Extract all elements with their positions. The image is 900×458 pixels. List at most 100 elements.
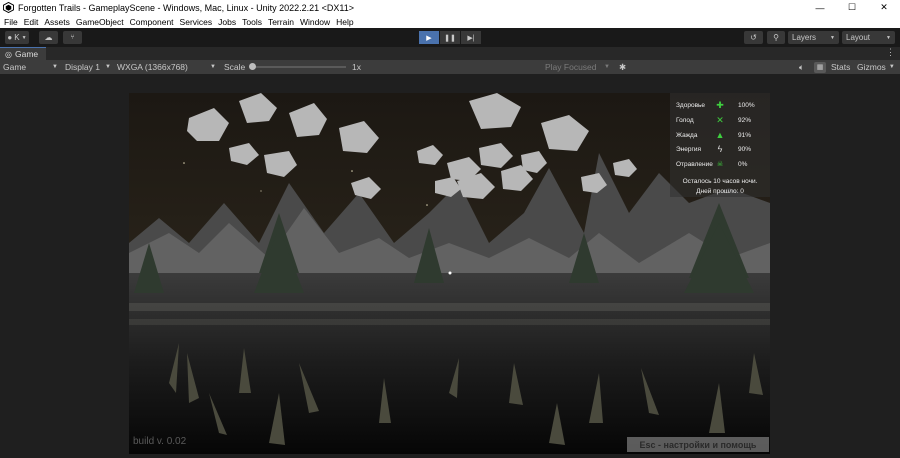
pause-button[interactable]: ❚❚	[440, 31, 460, 44]
hud-stat-label: Отравление	[676, 160, 713, 168]
tab-bar: ◎ Game ⋮	[0, 47, 900, 60]
menu-component[interactable]: Component	[127, 17, 177, 27]
undo-history-button[interactable]: ↺	[744, 31, 763, 44]
window-title: Forgotten Trails - GameplayScene - Windo…	[18, 2, 354, 13]
layers-dropdown[interactable]: Layers ▼	[788, 31, 839, 44]
hud-stat-label: Здоровье	[676, 101, 706, 109]
tab-options-icon[interactable]: ⋮	[886, 47, 895, 58]
menu-assets[interactable]: Assets	[41, 17, 73, 27]
hud-stat-health: Здоровье ✚ 100%	[670, 99, 770, 111]
play-focused-dropdown[interactable]: Play Focused ▼	[545, 60, 610, 74]
gizmos-label: Gizmos	[857, 62, 886, 72]
chevron-down-icon: ▼	[888, 64, 895, 70]
account-icon: ●	[7, 33, 13, 42]
main-toolbar: ● K ▼ ☁ ⑂ ▶ ❚❚ ▶| ↺ ⚲ Layers ▼ Layout ▼	[0, 28, 900, 47]
maximize-button[interactable]: ☐	[836, 0, 868, 15]
chevron-down-icon: ▼	[52, 64, 58, 70]
lightning-icon: ϟ	[717, 144, 723, 154]
chevron-down-icon: ▼	[21, 34, 27, 41]
layout-label: Layout	[846, 33, 871, 42]
display-dropdown[interactable]: Display 1 ▼	[65, 60, 111, 74]
scale-value: 1x	[352, 62, 361, 72]
layers-label: Layers	[792, 33, 817, 42]
scale-label: Scale	[224, 62, 246, 72]
cross-icon: ✕	[716, 114, 724, 125]
gizmos-button[interactable]: Gizmos ▼	[857, 60, 895, 74]
account-label: K	[14, 33, 20, 42]
chevron-down-icon: ▼	[105, 64, 111, 70]
play-icon: ▶	[426, 34, 432, 42]
resolution-dropdown[interactable]: WXGA (1366x768) ▼	[117, 60, 216, 74]
days-passed-text: Дней прошло: 0	[696, 188, 744, 195]
aspect-toggle-button[interactable]: ▦	[814, 60, 826, 74]
crosshair-dot	[448, 271, 452, 275]
chevron-down-icon: ▼	[830, 34, 835, 41]
hud-stat-label: Жажда	[676, 131, 698, 139]
display-label: Display 1	[65, 62, 100, 72]
unity-editor-window: Forgotten Trails - GameplayScene - Windo…	[0, 0, 900, 458]
pause-icon: ❚❚	[444, 34, 456, 42]
stats-button[interactable]: Stats	[831, 60, 850, 74]
collab-button[interactable]: ⑂	[63, 31, 82, 44]
hud-stat-poison: Отравление ☠ 0%	[670, 158, 770, 170]
time-left-text: Осталось 10 часов ночи.	[682, 178, 758, 185]
branch-icon: ⑂	[70, 34, 75, 41]
play-button[interactable]: ▶	[419, 31, 439, 44]
grid-icon: ▦	[814, 61, 826, 73]
step-icon: ▶|	[467, 34, 475, 42]
skull-icon: ☠	[716, 161, 724, 168]
build-version-text: build v. 0.02	[133, 436, 187, 447]
hud-stat-value: 100%	[738, 101, 755, 109]
view-mode-dropdown[interactable]: Game ▼	[3, 60, 58, 74]
resolution-label: WXGA (1366x768)	[117, 62, 188, 72]
play-focused-label: Play Focused	[545, 62, 597, 72]
unity-logo-icon	[3, 2, 14, 13]
tab-game-label: Game	[14, 49, 39, 59]
audio-mute-icon[interactable]: 🔈︎	[799, 60, 804, 74]
title-bar: Forgotten Trails - GameplayScene - Windo…	[0, 0, 900, 15]
tab-game[interactable]: ◎ Game	[0, 47, 46, 60]
menu-jobs[interactable]: Jobs	[215, 17, 239, 27]
chevron-down-icon: ▼	[604, 64, 610, 70]
hud-stat-hunger: Голод ✕ 92%	[670, 114, 770, 126]
minimize-button[interactable]: —	[804, 0, 836, 15]
scale-slider-track[interactable]	[253, 66, 346, 68]
menu-window[interactable]: Window	[297, 17, 333, 27]
search-icon: ⚲	[773, 33, 779, 42]
menu-gameobject[interactable]: GameObject	[73, 17, 127, 27]
game-controller-icon: ◎	[5, 49, 12, 59]
menu-file[interactable]: File	[0, 17, 21, 27]
hud-stat-value: 92%	[738, 116, 752, 124]
window-controls: — ☐ ✕	[804, 0, 900, 15]
game-viewport[interactable]: Здоровье ✚ 100% Голод ✕ 92% Жажда ▲ 91% …	[129, 93, 770, 454]
bug-icon[interactable]: ✱	[619, 60, 626, 74]
game-toolbar: Game ▼ Display 1 ▼ WXGA (1366x768) ▼ Sca…	[0, 60, 900, 74]
account-button[interactable]: ● K ▼	[5, 31, 29, 44]
step-button[interactable]: ▶|	[461, 31, 481, 44]
menu-terrain[interactable]: Terrain	[265, 17, 297, 27]
history-icon: ↺	[750, 33, 757, 42]
menu-bar: File Edit Assets GameObject Component Se…	[0, 15, 900, 28]
close-button[interactable]: ✕	[868, 0, 900, 15]
play-controls: ▶ ❚❚ ▶|	[419, 31, 482, 44]
view-mode-label: Game	[3, 62, 27, 72]
hud-stat-thirst: Жажда ▲ 91%	[670, 129, 770, 141]
chevron-down-icon: ▼	[210, 64, 216, 70]
layout-dropdown[interactable]: Layout ▼	[842, 31, 895, 44]
menu-help[interactable]: Help	[333, 17, 356, 27]
hud-stat-label: Энергия	[676, 145, 702, 153]
hud-stat-value: 91%	[738, 131, 752, 139]
hud-stat-label: Голод	[676, 116, 694, 124]
menu-services[interactable]: Services	[177, 17, 216, 27]
search-button[interactable]: ⚲	[767, 31, 785, 44]
menu-edit[interactable]: Edit	[21, 17, 42, 27]
hud-stat-energy: Энергия ϟ 90%	[670, 143, 770, 155]
scale-slider-handle[interactable]	[249, 63, 256, 70]
esc-hint-label: Esc - настройки и помощь	[627, 437, 769, 452]
menu-tools[interactable]: Tools	[239, 17, 265, 27]
hud-stats-panel: Здоровье ✚ 100% Голод ✕ 92% Жажда ▲ 91% …	[670, 93, 770, 197]
cloud-button[interactable]: ☁	[39, 31, 58, 44]
hud-stat-value: 0%	[738, 160, 748, 168]
cloud-icon: ☁	[44, 33, 53, 42]
hud-stat-value: 90%	[738, 145, 752, 153]
